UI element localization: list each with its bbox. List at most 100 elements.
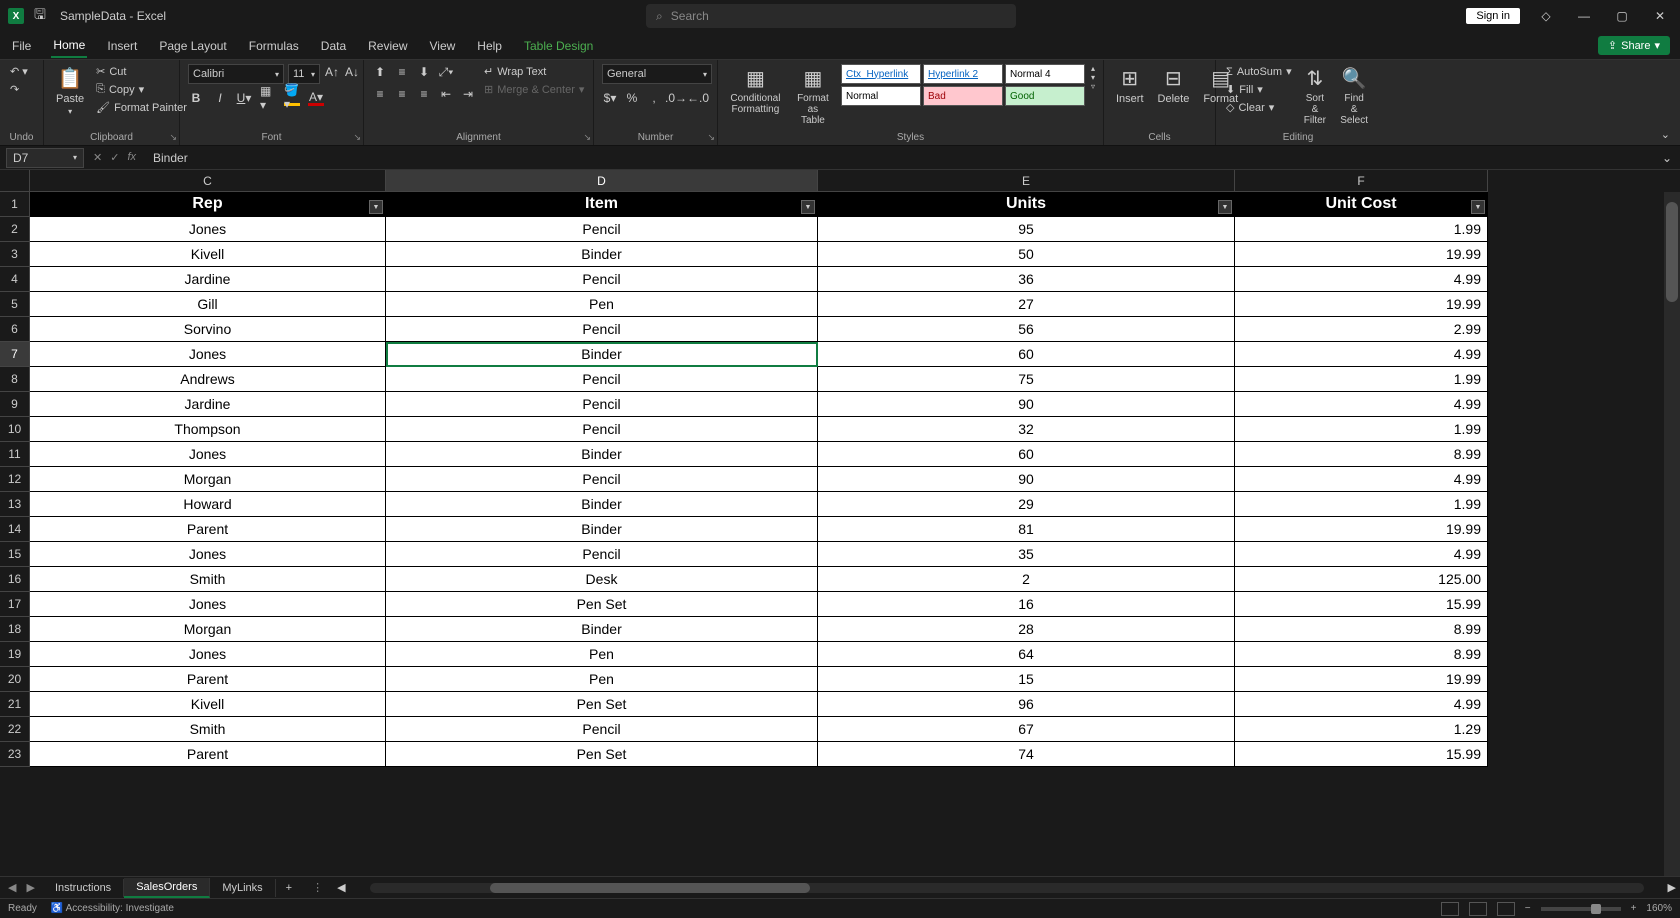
- sheet-tab-my-links[interactable]: MyLinks: [210, 879, 275, 897]
- cell-F20[interactable]: 19.99: [1235, 667, 1488, 692]
- decrease-indent-button[interactable]: ⇤: [438, 86, 454, 102]
- fx-button[interactable]: fx: [124, 151, 139, 164]
- style-ctx-hyperlink[interactable]: Ctx_Hyperlink: [841, 64, 921, 84]
- filter-button-units[interactable]: ▼: [1218, 200, 1232, 214]
- row-header-18[interactable]: 18: [0, 617, 30, 642]
- increase-indent-button[interactable]: ⇥: [460, 86, 476, 102]
- bold-button[interactable]: B: [188, 90, 204, 106]
- column-header-E[interactable]: E: [818, 170, 1235, 192]
- close-button[interactable]: ✕: [1648, 9, 1672, 23]
- cell-C16[interactable]: Smith: [30, 567, 386, 592]
- cell-D5[interactable]: Pen: [386, 292, 818, 317]
- hscroll-right[interactable]: ▶: [1664, 881, 1680, 894]
- cell-F11[interactable]: 8.99: [1235, 442, 1488, 467]
- row-header-1[interactable]: 1: [0, 192, 30, 217]
- row-header-6[interactable]: 6: [0, 317, 30, 342]
- row-header-16[interactable]: 16: [0, 567, 30, 592]
- row-header-23[interactable]: 23: [0, 742, 30, 767]
- merge-center-button[interactable]: ⊞Merge & Center ▾: [482, 82, 586, 97]
- cell-C15[interactable]: Jones: [30, 542, 386, 567]
- sign-in-button[interactable]: Sign in: [1466, 8, 1520, 24]
- cell-D22[interactable]: Pencil: [386, 717, 818, 742]
- cell-E2[interactable]: 95: [818, 217, 1235, 242]
- tab-insert[interactable]: Insert: [105, 35, 139, 57]
- expand-formula-bar-button[interactable]: ⌄: [1654, 151, 1680, 165]
- cell-E10[interactable]: 32: [818, 417, 1235, 442]
- cell-E16[interactable]: 2: [818, 567, 1235, 592]
- cell-E5[interactable]: 27: [818, 292, 1235, 317]
- decrease-font-button[interactable]: A↓: [344, 64, 360, 80]
- cell-C4[interactable]: Jardine: [30, 267, 386, 292]
- cell-D20[interactable]: Pen: [386, 667, 818, 692]
- sheet-tab-instructions[interactable]: Instructions: [43, 879, 124, 897]
- accessibility-status[interactable]: ♿ Accessibility: Investigate: [51, 903, 174, 914]
- align-middle-button[interactable]: ≡: [394, 64, 410, 80]
- vertical-scrollbar[interactable]: [1664, 192, 1680, 876]
- row-header-4[interactable]: 4: [0, 267, 30, 292]
- row-header-19[interactable]: 19: [0, 642, 30, 667]
- cell-C11[interactable]: Jones: [30, 442, 386, 467]
- cell-F5[interactable]: 19.99: [1235, 292, 1488, 317]
- share-button[interactable]: ⇪ Share ▾: [1598, 36, 1670, 55]
- cell-E18[interactable]: 28: [818, 617, 1235, 642]
- row-header-9[interactable]: 9: [0, 392, 30, 417]
- row-header-12[interactable]: 12: [0, 467, 30, 492]
- tab-formulas[interactable]: Formulas: [247, 35, 301, 57]
- cell-D4[interactable]: Pencil: [386, 267, 818, 292]
- number-format-dropdown[interactable]: General▾: [602, 64, 712, 84]
- cell-D18[interactable]: Binder: [386, 617, 818, 642]
- decrease-decimal-button[interactable]: ←.0: [690, 90, 706, 106]
- styles-scroll-up[interactable]: ▴: [1091, 64, 1095, 73]
- cell-D14[interactable]: Binder: [386, 517, 818, 542]
- insert-cells-button[interactable]: ⊞Insert: [1112, 64, 1148, 107]
- align-top-button[interactable]: ⬆: [372, 64, 388, 80]
- style-normal4[interactable]: Normal 4: [1005, 64, 1085, 84]
- save-icon[interactable]: 🖫: [32, 8, 48, 24]
- select-all-corner[interactable]: [0, 170, 30, 192]
- cell-D23[interactable]: Pen Set: [386, 742, 818, 767]
- fill-button[interactable]: ⬇Fill ▾: [1224, 82, 1294, 97]
- table-header-item[interactable]: Item▼: [386, 192, 818, 217]
- align-right-button[interactable]: ≡: [416, 86, 432, 102]
- row-header-2[interactable]: 2: [0, 217, 30, 242]
- delete-cells-button[interactable]: ⊟Delete: [1154, 64, 1194, 107]
- horizontal-scrollbar-thumb[interactable]: [490, 883, 810, 893]
- tab-page-layout[interactable]: Page Layout: [157, 35, 228, 57]
- row-header-22[interactable]: 22: [0, 717, 30, 742]
- style-good[interactable]: Good: [1005, 86, 1085, 106]
- cell-D17[interactable]: Pen Set: [386, 592, 818, 617]
- horizontal-scrollbar[interactable]: [370, 883, 1644, 893]
- sort-filter-button[interactable]: ⇅Sort & Filter: [1300, 64, 1331, 128]
- styles-scroll-down[interactable]: ▾: [1091, 73, 1095, 82]
- cell-C10[interactable]: Thompson: [30, 417, 386, 442]
- column-header-D[interactable]: D: [386, 170, 818, 192]
- zoom-slider[interactable]: [1541, 907, 1621, 911]
- align-bottom-button[interactable]: ⬇: [416, 64, 432, 80]
- cell-E14[interactable]: 81: [818, 517, 1235, 542]
- cell-F3[interactable]: 19.99: [1235, 242, 1488, 267]
- cell-D11[interactable]: Binder: [386, 442, 818, 467]
- accounting-format-button[interactable]: $▾: [602, 90, 618, 106]
- filter-button-item[interactable]: ▼: [801, 200, 815, 214]
- cell-E17[interactable]: 16: [818, 592, 1235, 617]
- sheet-tab-sales-orders[interactable]: SalesOrders: [124, 878, 210, 898]
- alignment-dialog-launcher[interactable]: ↘: [583, 132, 591, 143]
- cell-E13[interactable]: 29: [818, 492, 1235, 517]
- cell-F14[interactable]: 19.99: [1235, 517, 1488, 542]
- cell-D8[interactable]: Pencil: [386, 367, 818, 392]
- cell-D21[interactable]: Pen Set: [386, 692, 818, 717]
- column-header-C[interactable]: C: [30, 170, 386, 192]
- font-dialog-launcher[interactable]: ↘: [353, 132, 361, 143]
- table-header-units[interactable]: Units▼: [818, 192, 1235, 217]
- cell-D15[interactable]: Pencil: [386, 542, 818, 567]
- cell-F9[interactable]: 4.99: [1235, 392, 1488, 417]
- cell-E20[interactable]: 15: [818, 667, 1235, 692]
- cell-F12[interactable]: 4.99: [1235, 467, 1488, 492]
- row-header-11[interactable]: 11: [0, 442, 30, 467]
- cell-F15[interactable]: 4.99: [1235, 542, 1488, 567]
- name-box[interactable]: D7▾: [6, 148, 84, 168]
- cell-E12[interactable]: 90: [818, 467, 1235, 492]
- sheet-nav-prev[interactable]: ◀: [8, 881, 16, 894]
- borders-button[interactable]: ▦ ▾: [260, 90, 276, 106]
- cell-C20[interactable]: Parent: [30, 667, 386, 692]
